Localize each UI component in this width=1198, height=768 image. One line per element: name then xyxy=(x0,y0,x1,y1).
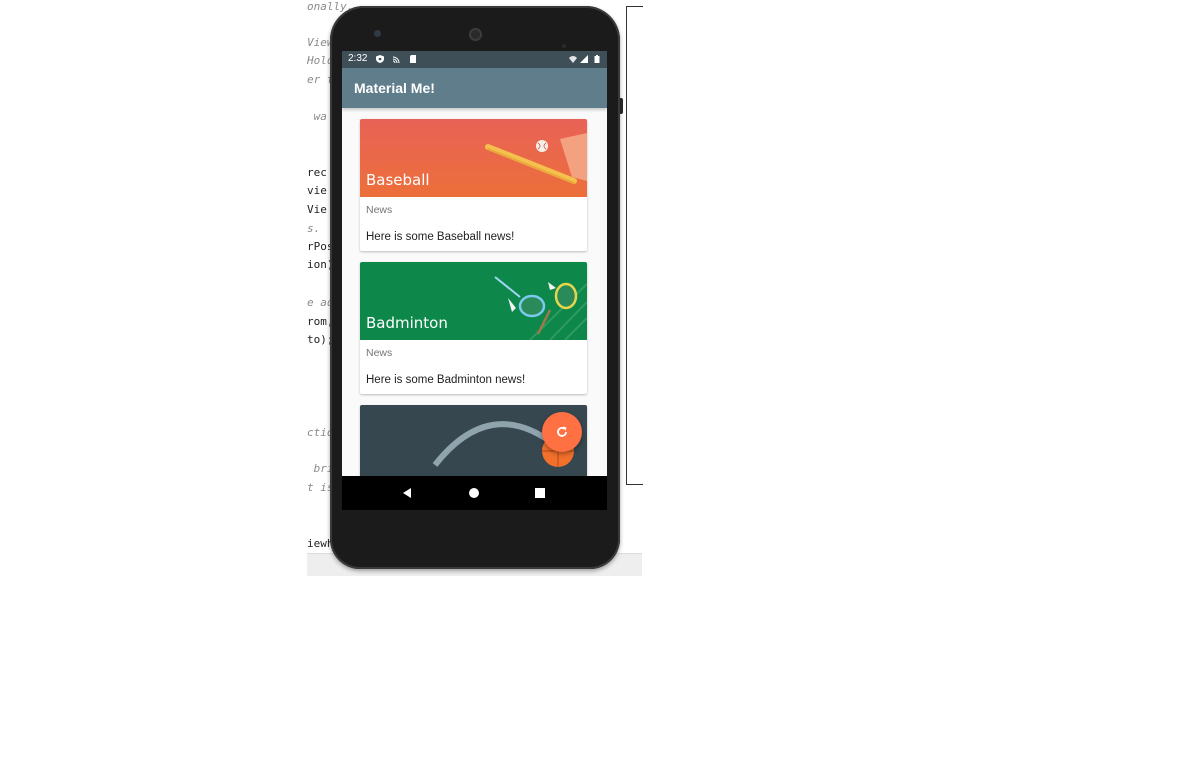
refresh-fab-button[interactable] xyxy=(542,412,582,452)
side-panel xyxy=(626,6,643,485)
wifi-icon xyxy=(569,56,577,63)
battery-icon xyxy=(594,55,600,63)
sensor-icon xyxy=(562,33,576,67)
shield-icon xyxy=(376,55,384,63)
refresh-icon xyxy=(557,426,567,437)
code-line: Vie xyxy=(307,203,327,216)
app-bar: Material Me! xyxy=(342,68,607,108)
back-button[interactable] xyxy=(399,485,415,501)
card-info: Here is some Badminton news! xyxy=(366,374,526,386)
recents-icon xyxy=(535,488,545,498)
card-subtitle: News xyxy=(366,347,393,359)
list-item-baseball[interactable]: Baseball News Here is some Baseball news… xyxy=(360,119,587,251)
card-info: Here is some Baseball news! xyxy=(366,231,515,243)
sd-card-icon xyxy=(410,55,416,63)
code-line: vie xyxy=(307,184,327,197)
home-icon xyxy=(469,488,479,498)
card-title: Baseball xyxy=(366,171,430,189)
phone-frame: 2:32 Material Me! Baseball News Here is … xyxy=(330,6,620,569)
card-title: Badminton xyxy=(366,314,448,332)
front-camera-icon xyxy=(374,30,381,37)
code-line: s. xyxy=(307,222,321,235)
back-icon xyxy=(403,488,411,498)
earpiece-icon xyxy=(469,28,482,41)
card-subtitle: News xyxy=(366,204,393,216)
home-button[interactable] xyxy=(466,485,482,501)
cast-icon xyxy=(393,56,400,63)
device-screen: 2:32 Material Me! Baseball News Here is … xyxy=(342,51,607,510)
code-line: rec xyxy=(307,166,327,179)
code-line: wa xyxy=(307,110,327,123)
signal-icon xyxy=(580,55,588,63)
app-title: Material Me! xyxy=(354,80,435,96)
status-bar: 2:32 xyxy=(342,51,607,68)
recents-button[interactable] xyxy=(532,485,548,501)
nav-bar xyxy=(342,476,607,510)
status-time: 2:32 xyxy=(348,53,368,64)
list-item-badminton[interactable]: Badminton News Here is some Badminton ne… xyxy=(360,262,587,394)
